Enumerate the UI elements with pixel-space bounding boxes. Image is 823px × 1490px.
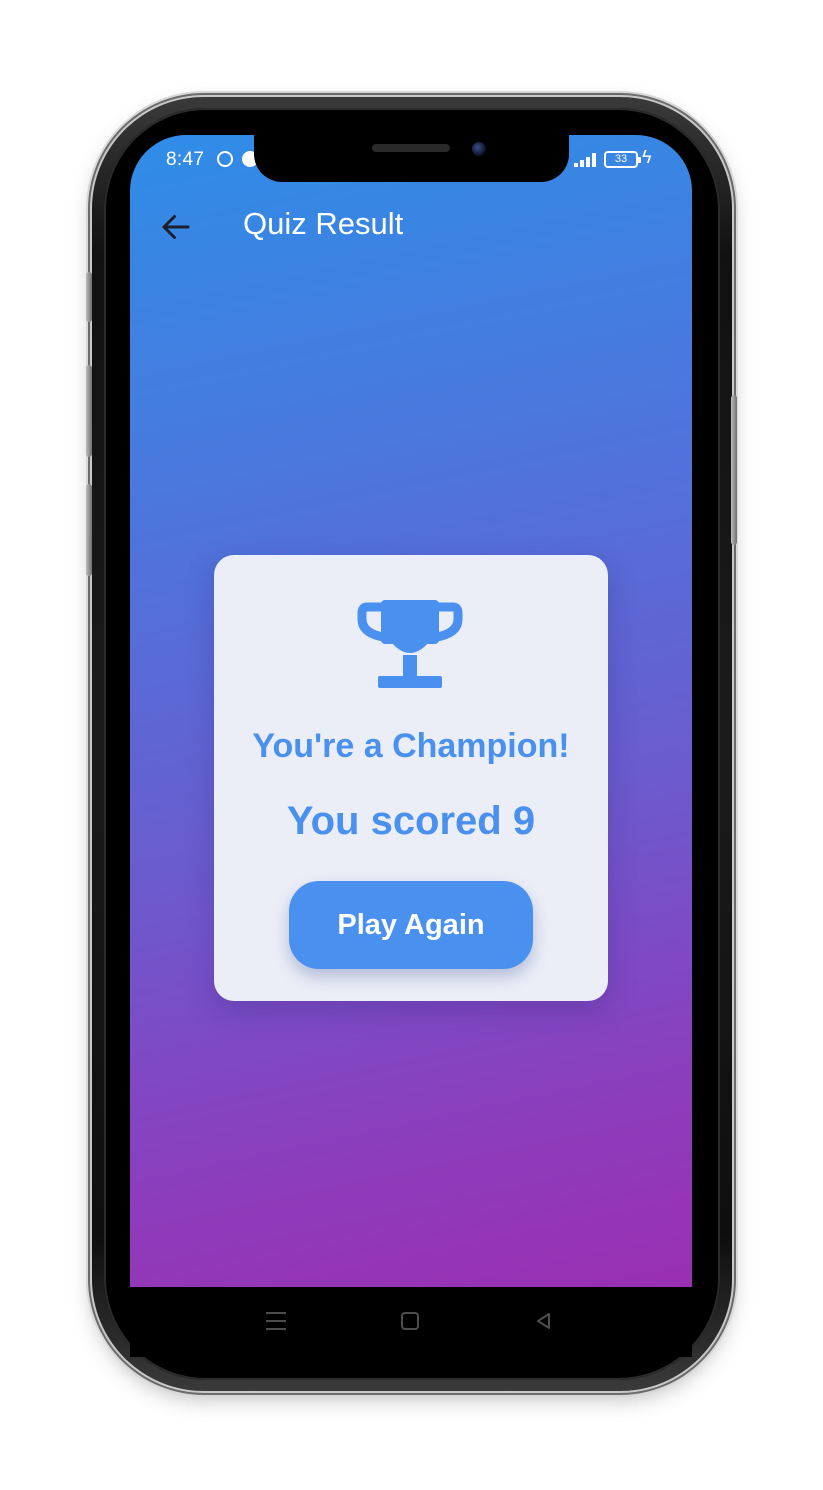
menu-icon[interactable]: [266, 1312, 286, 1330]
volume-up-button: [86, 365, 92, 457]
device-frame: 8:47 33 ϟ Quiz Result You're a Champion!…: [0, 0, 823, 1490]
earpiece-speaker: [372, 144, 450, 152]
score-text: You scored 9: [286, 799, 536, 843]
status-time: 8:47: [166, 149, 205, 170]
front-camera: [472, 142, 486, 156]
navigation-bar: [130, 1287, 692, 1357]
signal-icon: [574, 153, 598, 167]
app-screen: 8:47 33 ϟ Quiz Result You're a Champion!…: [130, 135, 692, 1287]
battery-level: 33: [614, 153, 628, 165]
home-icon[interactable]: [401, 1312, 419, 1330]
play-again-button[interactable]: Play Again: [289, 881, 533, 969]
battery-icon: 33: [604, 151, 641, 168]
whatsapp-icon: [217, 151, 233, 167]
page-title: Quiz Result: [243, 206, 404, 241]
power-button: [731, 395, 737, 545]
back-icon[interactable]: [534, 1311, 554, 1331]
charging-bolt-icon: ϟ: [642, 147, 652, 167]
result-card: You're a Champion! You scored 9 Play Aga…: [214, 555, 608, 1001]
trophy-icon: [357, 600, 463, 688]
volume-down-button: [86, 484, 92, 576]
result-heading: You're a Champion!: [252, 727, 570, 765]
mute-switch: [86, 272, 92, 322]
arrow-left-icon[interactable]: [158, 209, 194, 245]
